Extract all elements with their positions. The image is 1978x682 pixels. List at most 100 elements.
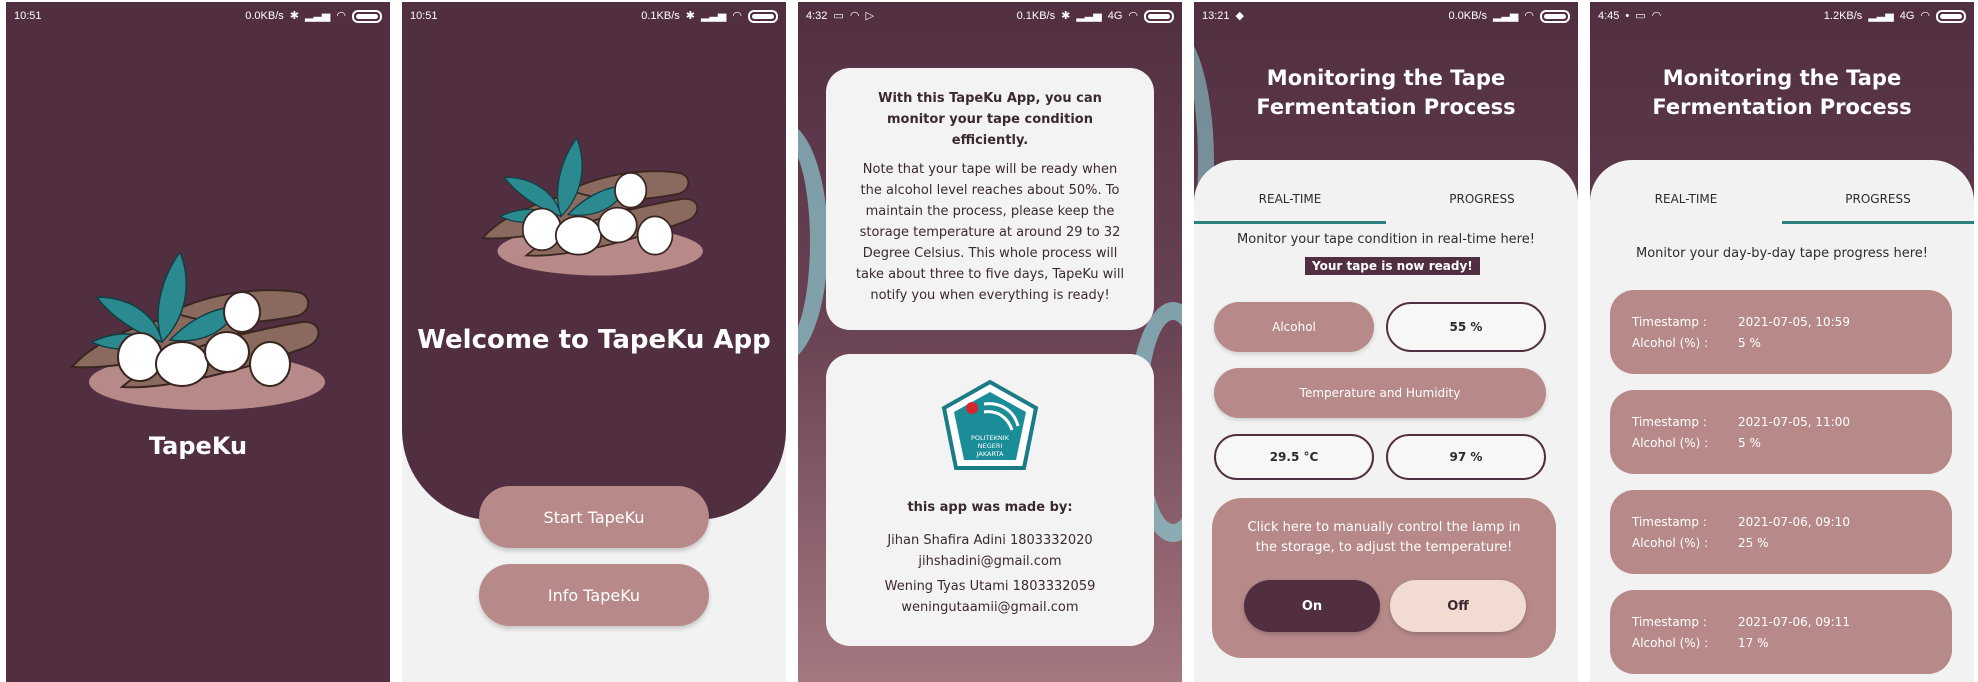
network-type: 4G bbox=[1899, 10, 1915, 22]
intro-text: With this TapeKu App, you can monitor yo… bbox=[878, 91, 1102, 148]
status-speed: 0.0KB/s bbox=[245, 10, 284, 22]
tab-real-time[interactable]: REAL-TIME bbox=[1194, 180, 1386, 224]
status-speed: 0.0KB/s bbox=[1448, 10, 1487, 22]
timestamp-value: 2021-07-06, 09:10 bbox=[1738, 515, 1850, 529]
lamp-control-text: Click here to manually control the lamp … bbox=[1247, 520, 1521, 555]
wifi-icon: ◠ bbox=[849, 9, 860, 22]
note-text: Note that your tape will be ready when t… bbox=[855, 162, 1125, 303]
status-speed: 0.1KB/s bbox=[1016, 10, 1056, 22]
progress-log-card: Timestamp : 2021-07-05, 10:59 Alcohol (%)… bbox=[1610, 290, 1952, 374]
start-tapeku-button[interactable]: Start TapeKu bbox=[479, 486, 709, 548]
welcome-title: Welcome to TapeKu App bbox=[417, 325, 771, 355]
status-speed: 0.1KB/s bbox=[641, 10, 680, 22]
usb-icon: • bbox=[1625, 9, 1630, 22]
signal-icon: ▂▃▅ bbox=[1076, 9, 1102, 22]
tab-bar: REAL-TIME PROGRESS bbox=[1194, 180, 1578, 224]
message-icon: ▭ bbox=[1635, 9, 1646, 22]
status-time: 13:21 bbox=[1202, 10, 1230, 22]
page-title: Monitoring the Tape Fermentation Process bbox=[1256, 66, 1516, 119]
welcome-screen: 10:51 0.1KB/s ✱ ▂▃▅ ◠ Welcome to TapeKu … bbox=[402, 2, 786, 682]
author-name: Wening Tyas Utami 1803332059 bbox=[884, 579, 1096, 594]
lamp-off-button[interactable]: Off bbox=[1390, 580, 1526, 632]
alcohol-value: 5 % bbox=[1738, 436, 1761, 450]
bluetooth-icon: ✱ bbox=[685, 9, 695, 22]
wifi-icon: ◠ bbox=[1920, 9, 1930, 22]
tab-real-time[interactable]: REAL-TIME bbox=[1590, 180, 1782, 224]
wifi-icon: ◠ bbox=[732, 9, 742, 22]
alcohol-label: Alcohol (%) : bbox=[1632, 536, 1709, 550]
battery-icon bbox=[748, 9, 778, 23]
timestamp-label: Timestamp : bbox=[1632, 515, 1707, 529]
tab-progress[interactable]: PROGRESS bbox=[1782, 180, 1974, 224]
timestamp-value: 2021-07-06, 09:11 bbox=[1738, 615, 1850, 629]
status-time: 10:51 bbox=[14, 10, 42, 22]
progress-screen: 4:45 • ▭ ◠ 1.2KB/s ▂▃▅ 4G ◠ Monitoring t… bbox=[1590, 2, 1974, 682]
status-bar: 10:51 0.0KB/s ✱ ▂▃▅ ◠ bbox=[6, 2, 390, 30]
lamp-on-button[interactable]: On bbox=[1244, 580, 1380, 632]
app-name: TapeKu bbox=[148, 432, 248, 460]
timestamp-label: Timestamp : bbox=[1632, 615, 1707, 629]
page-title: Monitoring the Tape Fermentation Process bbox=[1652, 66, 1912, 119]
progress-log-card: Timestamp : 2021-07-06, 09:11 Alcohol (%)… bbox=[1610, 590, 1952, 674]
play-store-icon: ▷ bbox=[865, 9, 874, 22]
seal-text-2: NEGERI bbox=[978, 442, 1003, 450]
status-bar: 4:45 • ▭ ◠ 1.2KB/s ▂▃▅ 4G ◠ bbox=[1590, 2, 1974, 30]
content-panel: REAL-TIME PROGRESS Monitor your tape con… bbox=[1194, 160, 1578, 682]
signal-icon: ▂▃▅ bbox=[701, 9, 727, 22]
credits-card: POLITEKNIK NEGERI JAKARTA this app was m… bbox=[826, 354, 1154, 646]
author-email: weningutaamii@gmail.com bbox=[901, 600, 1079, 615]
alcohol-value: 17 % bbox=[1738, 636, 1769, 650]
signal-icon: ▂▃▅ bbox=[1868, 9, 1894, 22]
splash-screen: 10:51 0.0KB/s ✱ ▂▃▅ ◠ TapeKu bbox=[6, 2, 390, 682]
info-screen: 4:32 ▭ ◠ ▷ 0.1KB/s ✱ ▂▃▅ 4G ◠ With this … bbox=[798, 2, 1182, 682]
battery-icon bbox=[352, 9, 382, 23]
content-panel: REAL-TIME PROGRESS Monitor your day-by-d… bbox=[1590, 160, 1974, 682]
page-subtitle: Monitor your tape condition in real-time… bbox=[1237, 232, 1535, 247]
timestamp-label: Timestamp : bbox=[1632, 315, 1707, 329]
wifi-icon: ◠ bbox=[1651, 9, 1662, 22]
realtime-screen: 13:21 ◆ 0.0KB/s ▂▃▅ ◠ Monitoring the Tap… bbox=[1194, 2, 1578, 682]
lamp-control-card: Click here to manually control the lamp … bbox=[1212, 498, 1556, 658]
alcohol-label: Alcohol (%) : bbox=[1632, 436, 1709, 450]
humidity-value: 97 % bbox=[1386, 434, 1546, 480]
status-bar: 10:51 0.1KB/s ✱ ▂▃▅ ◠ bbox=[402, 2, 786, 30]
temperature-value: 29.5 °C bbox=[1214, 434, 1374, 480]
signal-icon: ▂▃▅ bbox=[305, 9, 331, 22]
timestamp-label: Timestamp : bbox=[1632, 415, 1707, 429]
seal-text-3: JAKARTA bbox=[976, 450, 1004, 458]
cassava-logo-icon bbox=[480, 137, 703, 276]
seal-text-1: POLITEKNIK bbox=[971, 434, 1010, 442]
bluetooth-icon: ✱ bbox=[1061, 9, 1071, 22]
author-email: jihshadini@gmail.com bbox=[918, 554, 1062, 569]
timestamp-value: 2021-07-05, 11:00 bbox=[1738, 415, 1850, 429]
status-bar: 4:32 ▭ ◠ ▷ 0.1KB/s ✱ ▂▃▅ 4G ◠ bbox=[798, 2, 1182, 30]
university-seal-icon: POLITEKNIK NEGERI JAKARTA bbox=[941, 379, 1039, 470]
timestamp-value: 2021-07-05, 10:59 bbox=[1738, 315, 1850, 329]
background-swirl bbox=[798, 122, 828, 362]
wifi-icon: ◠ bbox=[336, 9, 346, 22]
progress-log-card: Timestamp : 2021-07-06, 09:10 Alcohol (%)… bbox=[1610, 490, 1952, 574]
info-tapeku-button[interactable]: Info TapeKu bbox=[479, 564, 709, 626]
progress-log-card: Timestamp : 2021-07-05, 11:00 Alcohol (%)… bbox=[1610, 390, 1952, 474]
network-type: 4G bbox=[1107, 10, 1123, 22]
battery-icon bbox=[1540, 9, 1570, 23]
wifi-icon: ◠ bbox=[1128, 9, 1138, 22]
status-time: 4:32 bbox=[806, 10, 828, 22]
bluetooth-icon: ✱ bbox=[289, 9, 299, 22]
temp-humidity-label: Temperature and Humidity bbox=[1214, 368, 1546, 418]
alcohol-label: Alcohol (%) : bbox=[1632, 636, 1709, 650]
info-card: With this TapeKu App, you can monitor yo… bbox=[826, 68, 1154, 330]
status-speed: 1.2KB/s bbox=[1823, 10, 1863, 22]
alcohol-value: 5 % bbox=[1738, 336, 1761, 350]
status-bar: 13:21 ◆ 0.0KB/s ▂▃▅ ◠ bbox=[1194, 2, 1578, 30]
alcohol-value: 25 % bbox=[1738, 536, 1769, 550]
status-time: 4:45 bbox=[1598, 10, 1620, 22]
battery-icon bbox=[1144, 9, 1174, 23]
tab-progress[interactable]: PROGRESS bbox=[1386, 180, 1578, 224]
alcohol-label: Alcohol bbox=[1214, 302, 1374, 352]
battery-icon bbox=[1936, 9, 1966, 23]
message-icon: ▭ bbox=[833, 9, 844, 22]
cassava-logo-icon bbox=[69, 252, 325, 410]
made-by-label: this app was made by: bbox=[907, 500, 1073, 515]
ready-badge: Your tape is now ready! bbox=[1305, 257, 1480, 275]
